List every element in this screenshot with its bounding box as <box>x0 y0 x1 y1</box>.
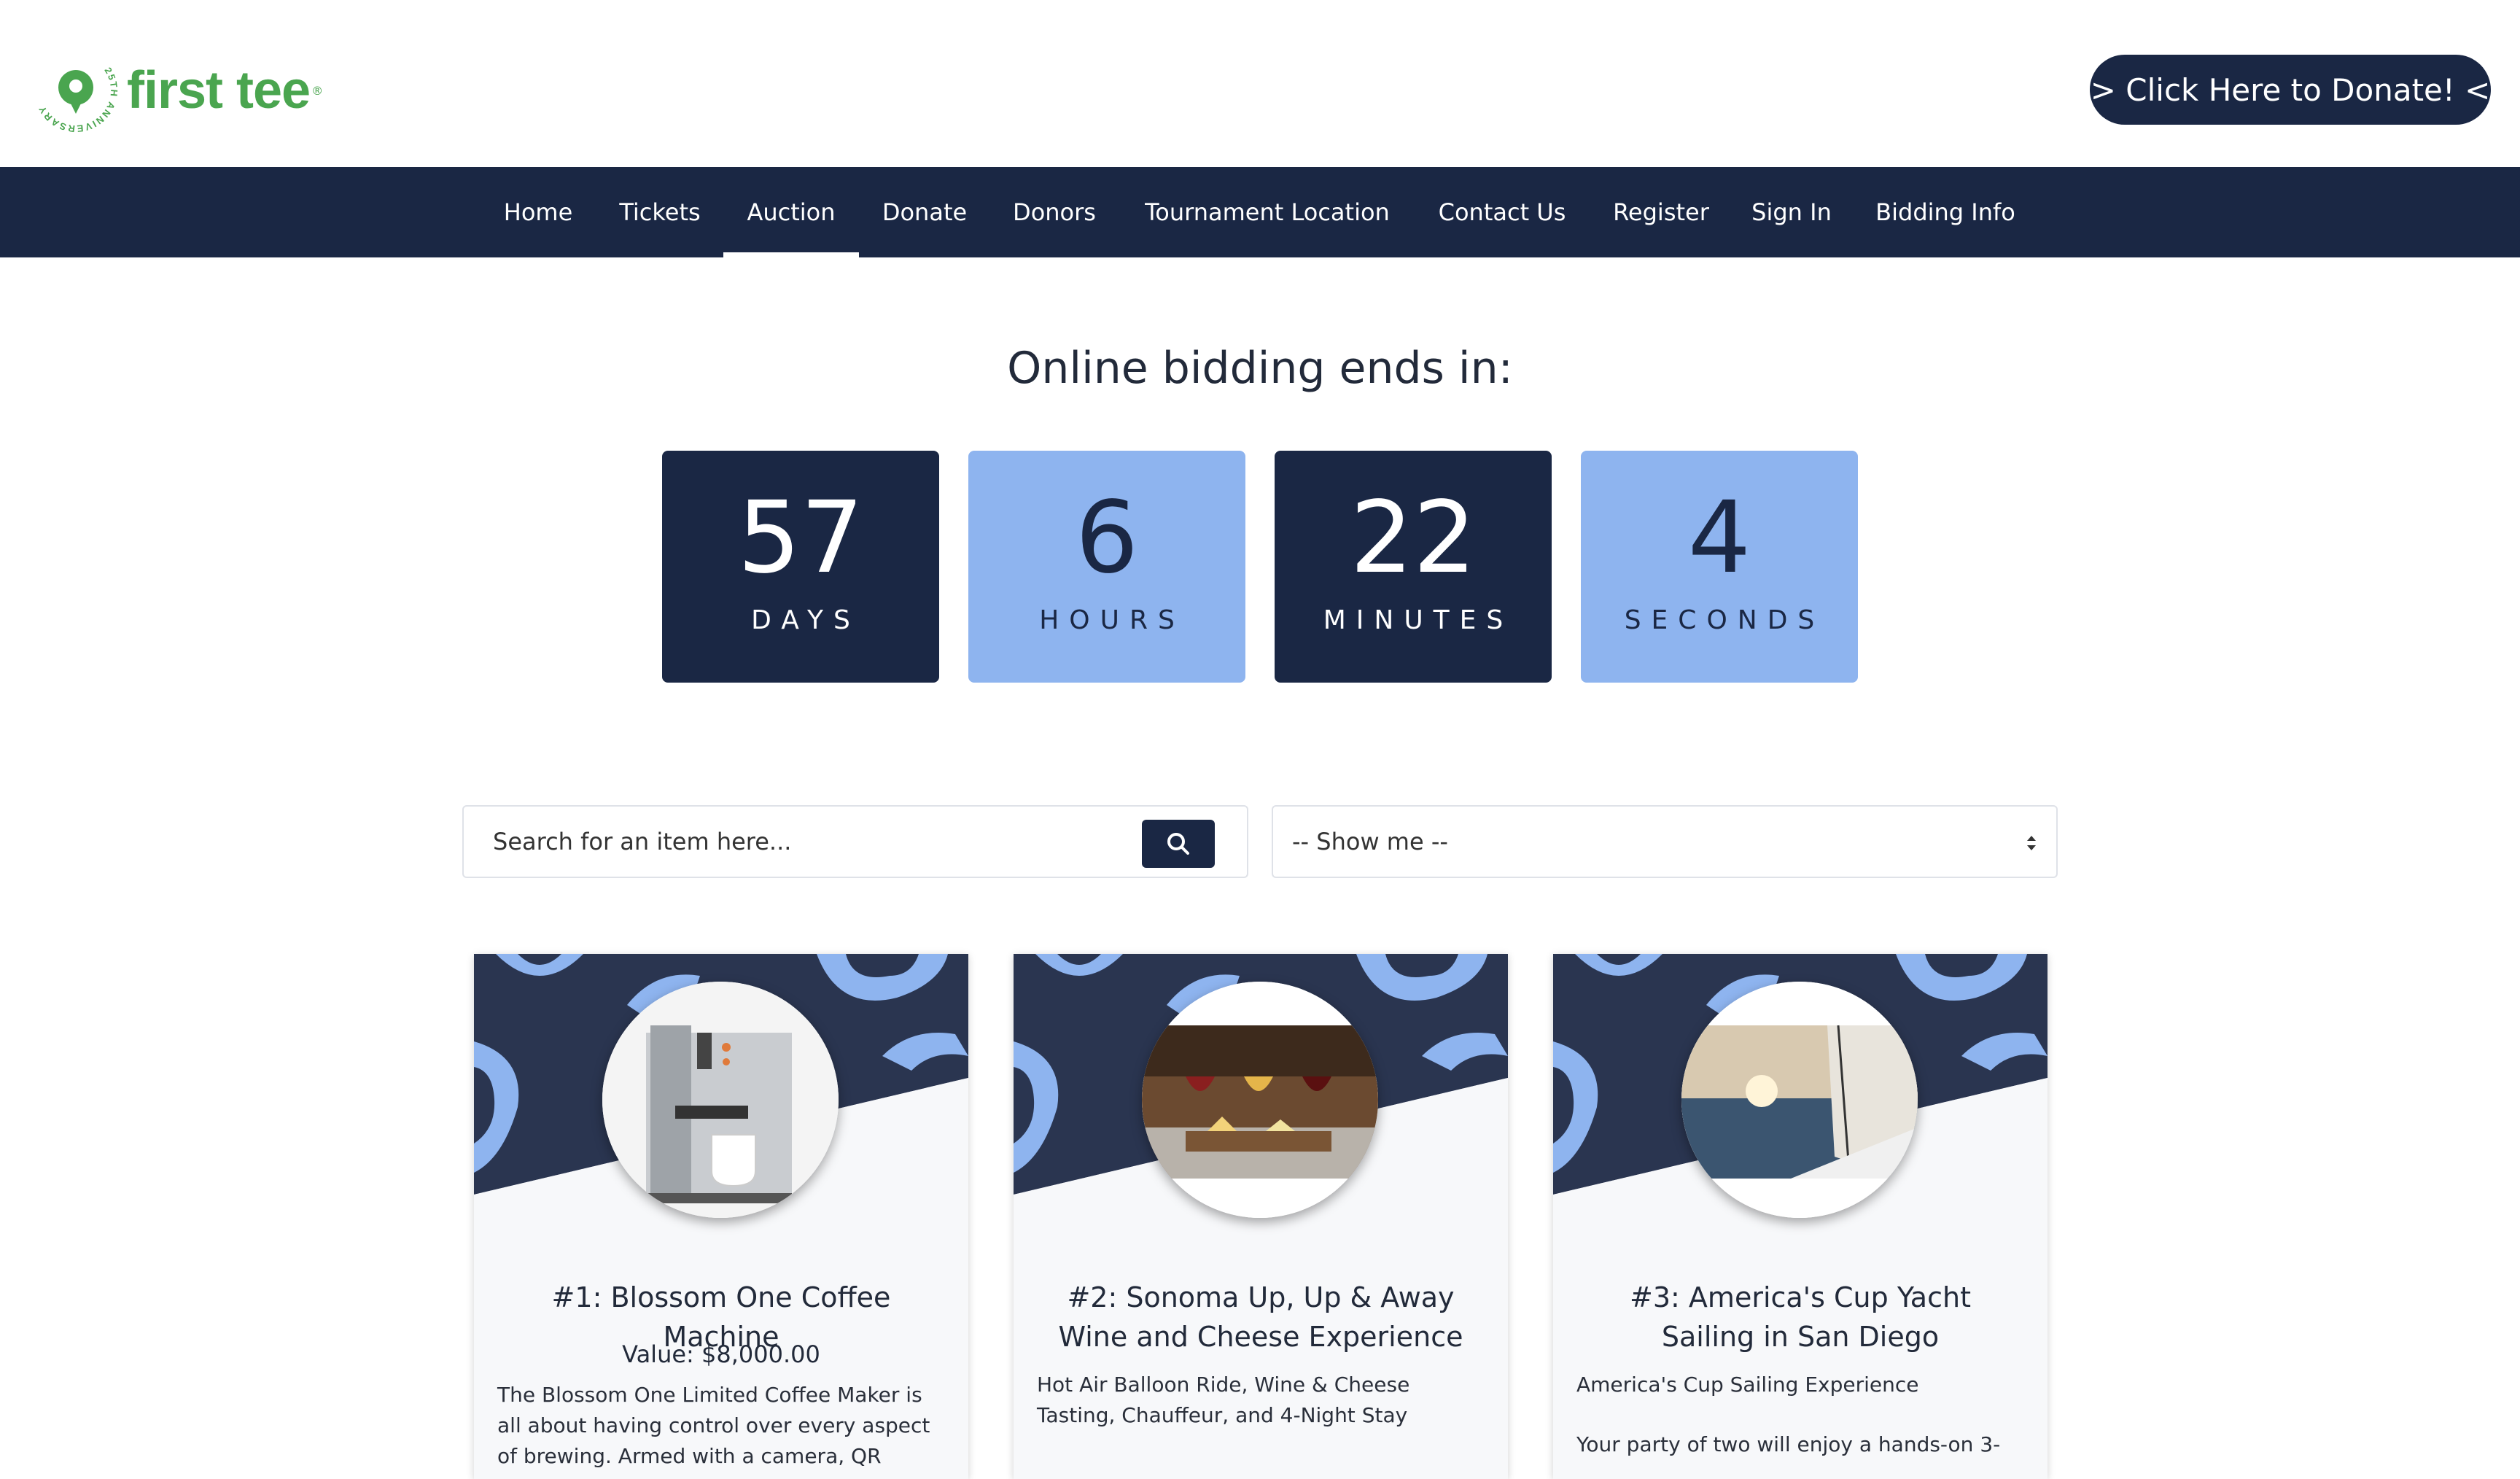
show-me-select[interactable]: -- Show me -- <box>1272 805 2058 878</box>
nav-item-auction[interactable]: Auction <box>723 167 859 257</box>
auction-item-card[interactable]: #3: America's Cup Yacht Sailing in San D… <box>1553 954 2048 1479</box>
nav-item-tournament-location[interactable]: Tournament Location <box>1136 167 1399 257</box>
auction-item-card[interactable]: #2: Sonoma Up, Up & Away Wine and Cheese… <box>1014 954 1508 1479</box>
site-header: 25TH ANNIVERSARY first tee ® > Click Here… <box>0 0 2520 167</box>
countdown-seconds: 4 SECONDS <box>1581 451 1858 683</box>
nav-item-donate[interactable]: Donate <box>875 167 974 257</box>
seconds-label: SECONDS <box>1624 605 1825 635</box>
countdown-days: 57 DAYS <box>662 451 939 683</box>
nav-item-register[interactable]: Register <box>1604 167 1718 257</box>
minutes-value: 22 <box>1350 481 1477 596</box>
item-title[interactable]: #3: America's Cup Yacht Sailing in San D… <box>1582 1278 2018 1356</box>
item-description-continued: Your party of two will enjoy a hands-on … <box>1576 1432 2001 1456</box>
logo-wordmark: first tee <box>127 61 311 120</box>
item-description: Hot Air Balloon Ride, Wine & Cheese Tast… <box>1037 1373 1410 1427</box>
item-value: Value: $8,000.00 <box>622 1340 820 1368</box>
main-navigation: Home Tickets Auction Donate Donors Tourn… <box>0 167 2520 257</box>
countdown-title: Online bidding ends in: <box>1007 343 1513 394</box>
nav-item-sign-in[interactable]: Sign In <box>1744 167 1839 257</box>
anniversary-logo-icon: 25TH ANNIVERSARY <box>36 66 118 134</box>
search-input[interactable] <box>465 808 1121 875</box>
countdown-minutes: 22 MINUTES <box>1275 451 1552 683</box>
minutes-label: MINUTES <box>1323 605 1514 635</box>
donate-button[interactable]: > Click Here to Donate! < <box>2090 55 2491 125</box>
first-tee-logo[interactable]: 25TH ANNIVERSARY first tee ® <box>32 47 323 134</box>
nav-item-home[interactable]: Home <box>493 167 583 257</box>
days-label: DAYS <box>751 605 860 635</box>
coffee-machine-image[interactable] <box>602 982 839 1218</box>
nav-item-tickets[interactable]: Tickets <box>610 167 710 257</box>
wine-and-cheese-image[interactable] <box>1142 982 1378 1218</box>
search-icon <box>1167 833 1189 855</box>
nav-item-bidding-info[interactable]: Bidding Info <box>1867 167 2024 257</box>
nav-item-donors[interactable]: Donors <box>1003 167 1105 257</box>
item-title[interactable]: #2: Sonoma Up, Up & Away Wine and Cheese… <box>1043 1278 1479 1356</box>
countdown-hours: 6 HOURS <box>968 451 1245 683</box>
select-arrows-icon <box>2027 836 2036 850</box>
show-me-selected-value: -- Show me -- <box>1292 828 1448 855</box>
seconds-value: 4 <box>1687 481 1751 596</box>
hours-value: 6 <box>1075 481 1139 596</box>
hours-label: HOURS <box>1039 605 1185 635</box>
days-value: 57 <box>737 481 864 596</box>
search-bar <box>462 805 1248 878</box>
item-description: The Blossom One Limited Coffee Maker is … <box>497 1383 930 1479</box>
auction-item-card[interactable]: #1: Blossom One Coffee Machine Value: $8… <box>474 954 968 1479</box>
yacht-sailing-image[interactable] <box>1681 982 1918 1218</box>
item-description: America's Cup Sailing Experience <box>1576 1373 1919 1397</box>
search-button[interactable] <box>1142 820 1215 868</box>
nav-item-contact-us[interactable]: Contact Us <box>1431 167 1574 257</box>
